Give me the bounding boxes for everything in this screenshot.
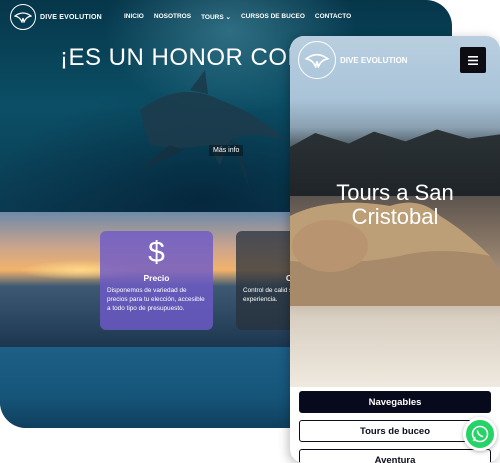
menu-item-inicio[interactable]: INICIO bbox=[124, 13, 144, 21]
manta-logo-icon bbox=[10, 4, 36, 30]
aventura-button[interactable]: Aventura bbox=[299, 449, 491, 463]
card-precio-text: Disponemos de variedad de precios para t… bbox=[107, 287, 205, 312]
mobile-hero-title: Tours a San Cristobal bbox=[290, 181, 500, 229]
chevron-down-icon: ⌄ bbox=[225, 14, 231, 21]
menu-item-contacto[interactable]: CONTACTO bbox=[315, 13, 351, 21]
mobile-hero-title-line1: Tours a San bbox=[336, 180, 454, 205]
mobile-mockup: DIVE EVOLUTION Tours a San Cristobal Nav… bbox=[290, 36, 500, 463]
mobile-header: DIVE EVOLUTION bbox=[290, 36, 500, 84]
menu-item-tours[interactable]: TOURS ⌄ bbox=[201, 13, 231, 21]
card-precio: $ Precio Disponemos de variedad de preci… bbox=[100, 231, 213, 330]
mockup-stage: DIVE EVOLUTION INICIO NOSOTROS TOURS ⌄ C… bbox=[0, 0, 500, 463]
shark-image bbox=[140, 70, 285, 190]
hamburger-icon[interactable] bbox=[460, 47, 486, 73]
mobile-hero-title-line2: Cristobal bbox=[351, 204, 439, 229]
menu-item-nosotros[interactable]: NOSOTROS bbox=[154, 13, 191, 21]
dollar-icon: $ bbox=[148, 236, 165, 269]
desktop-logo[interactable]: DIVE EVOLUTION bbox=[10, 4, 102, 30]
desktop-hero-title: ¡ES UN HONOR CON bbox=[60, 44, 306, 71]
navegables-button[interactable]: Navegables bbox=[299, 391, 491, 413]
mobile-tour-buttons: Navegables Tours de buceo Aventura bbox=[299, 391, 491, 463]
card-precio-title: Precio bbox=[143, 273, 170, 283]
menu-item-tours-label: TOURS bbox=[201, 14, 224, 21]
desktop-logo-text: DIVE EVOLUTION bbox=[40, 13, 102, 21]
menu-item-cursos[interactable]: CURSOS DE BUCEO bbox=[241, 13, 305, 21]
mobile-logo-text: DIVE EVOLUTION bbox=[340, 55, 408, 65]
mobile-hero-background: DIVE EVOLUTION Tours a San Cristobal bbox=[290, 36, 500, 387]
whatsapp-icon[interactable] bbox=[463, 417, 497, 451]
manta-logo-icon[interactable] bbox=[298, 41, 336, 79]
mas-info-button[interactable]: Más info bbox=[209, 145, 244, 156]
desktop-menu: INICIO NOSOTROS TOURS ⌄ CURSOS DE BUCEO … bbox=[124, 13, 351, 21]
desktop-navbar: DIVE EVOLUTION INICIO NOSOTROS TOURS ⌄ C… bbox=[0, 0, 452, 34]
